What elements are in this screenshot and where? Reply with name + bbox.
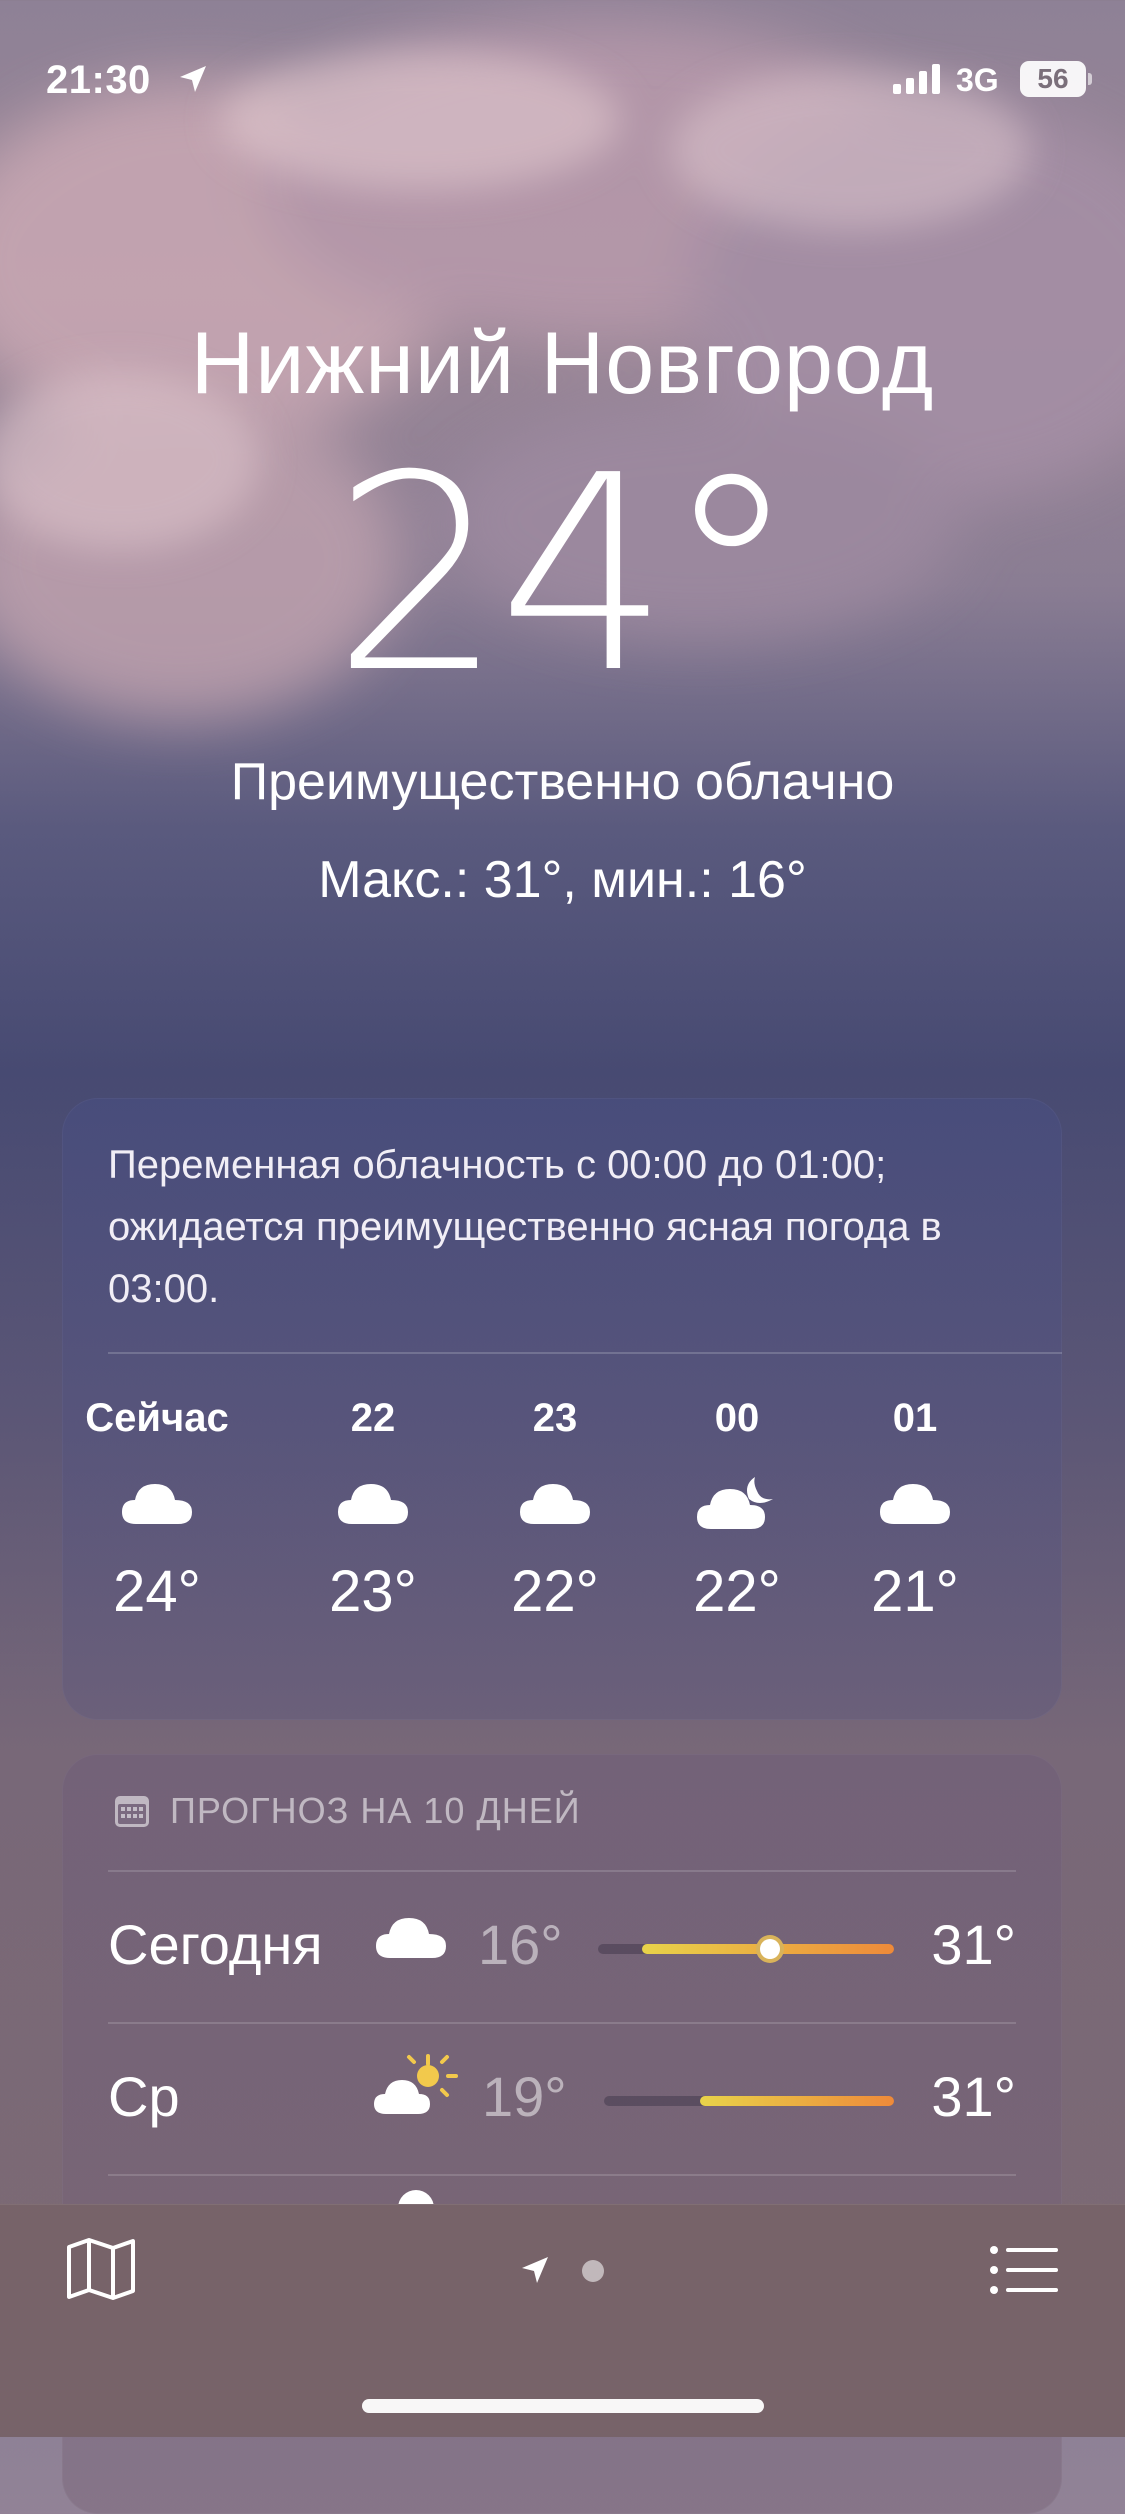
location-page-indicator-icon[interactable] — [518, 2253, 552, 2287]
forecast-header: ПРОГНОЗ НА 10 ДНЕЙ — [114, 1790, 581, 1832]
cloud-icon — [460, 1448, 650, 1558]
city-name: Нижний Новгород — [190, 313, 935, 412]
hour-item: Сейчас 24° — [62, 1388, 252, 1625]
forecast-low: 19° — [482, 2065, 567, 2128]
hour-temperature: 22° — [693, 1559, 781, 1624]
hour-item: 00 22° — [642, 1388, 832, 1625]
list-icon[interactable] — [990, 2245, 1058, 2295]
hour-temperature: 21° — [871, 1559, 959, 1624]
hourly-forecast-card[interactable]: Переменная облачность с 00:00 до 01:00; … — [62, 1098, 1062, 1720]
temperature-range-fill — [699, 2096, 894, 2106]
temperature-range-bar — [598, 1939, 894, 1959]
forecast-day: Ср — [108, 2065, 180, 2128]
home-indicator — [362, 2399, 764, 2413]
battery-icon: 56 — [1020, 61, 1092, 97]
hour-temperature: 24° — [113, 1559, 201, 1624]
hour-item: 22 23° — [278, 1388, 468, 1625]
hour-label: 22 — [350, 1396, 396, 1440]
cellular-signal-icon — [893, 64, 940, 94]
bottom-toolbar — [0, 2204, 1125, 2437]
forecast-row[interactable]: Сегодня 16° 31° — [62, 1872, 1062, 2022]
cloud-icon — [278, 1448, 468, 1558]
network-type: 3G — [956, 62, 999, 98]
page-indicator-dot[interactable] — [582, 2260, 604, 2282]
high-low-temperature: Макс.: 31°, мин.: 16° — [318, 851, 807, 909]
cloud-sun-icon — [374, 2054, 458, 2114]
calendar-icon — [115, 1796, 149, 1827]
hour-temperature: 22° — [511, 1559, 599, 1624]
hourly-summary: Переменная облачность с 00:00 до 01:00; … — [108, 1143, 942, 1311]
forecast-row[interactable]: Ср 19° 31° — [62, 2024, 1062, 2174]
hour-temperature: 23° — [329, 1559, 417, 1624]
forecast-high: 31° — [931, 1913, 1016, 1976]
status-bar: 21:30 3G 56 — [0, 48, 1125, 118]
temperature-range-bar — [604, 2096, 894, 2106]
weather-condition: Преимущественно облачно — [230, 753, 895, 811]
hour-label: 23 — [532, 1396, 578, 1440]
map-icon[interactable] — [66, 2237, 136, 2301]
forecast-high: 31° — [931, 2065, 1016, 2128]
forecast-day: Сегодня — [108, 1913, 323, 1976]
forecast-low: 16° — [478, 1913, 563, 1976]
location-arrow-icon — [180, 66, 206, 92]
hour-item: 01 21° — [820, 1388, 1010, 1625]
divider — [108, 1352, 1062, 1354]
divider — [108, 2174, 1016, 2176]
hour-label: 01 — [892, 1396, 938, 1440]
cloud-icon — [820, 1448, 1010, 1558]
current-temperature: 24° — [332, 417, 799, 732]
cloud-icon — [376, 1918, 446, 1958]
status-time: 21:30 — [46, 58, 151, 102]
current-temperature-marker — [759, 1939, 780, 1959]
forecast-header-label: ПРОГНОЗ НА 10 ДНЕЙ — [170, 1790, 581, 1831]
hour-item: 23 22° — [460, 1388, 650, 1625]
cloud-icon — [62, 1448, 252, 1558]
hour-label: 00 — [714, 1396, 760, 1440]
cloud-moon-icon — [642, 1448, 832, 1558]
hour-label: Сейчас — [85, 1396, 229, 1440]
